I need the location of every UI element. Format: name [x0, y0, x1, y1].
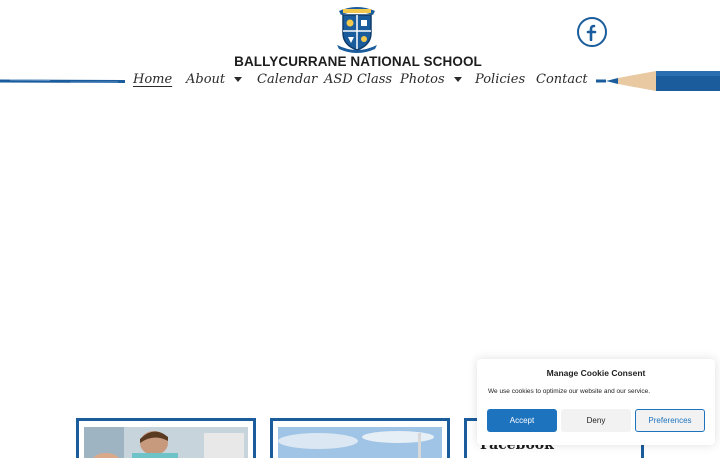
nav-item-calendar[interactable]: Calendar — [257, 72, 317, 87]
nav-item-about[interactable]: About — [186, 72, 243, 87]
chevron-down-icon[interactable] — [453, 77, 462, 82]
nav-label-policies: Policies — [475, 72, 526, 87]
accept-button[interactable]: Accept — [487, 409, 557, 432]
deny-button[interactable]: Deny — [561, 409, 631, 432]
chevron-down-icon[interactable] — [234, 77, 243, 82]
cookie-title: Manage Cookie Consent — [546, 368, 646, 378]
photo-card[interactable] — [270, 418, 450, 458]
nav-label-photos: Photos — [400, 72, 445, 87]
nav-item-policies[interactable]: Policies — [475, 72, 525, 87]
nav-item-contact[interactable]: Contact — [536, 72, 588, 87]
nav-label-calendar: Calendar — [257, 72, 318, 87]
nav-item-photos[interactable]: Photos — [400, 72, 462, 87]
preferences-button[interactable]: Preferences — [635, 409, 705, 432]
school-name-title: BALLYCURRANE NATIONAL SCHOOL — [234, 54, 482, 69]
nav-label-home: Home — [133, 72, 173, 87]
nav-item-asd-class[interactable]: ASD Class — [324, 72, 392, 87]
card-photo — [84, 427, 248, 458]
cookie-consent-banner: Manage Cookie Consent We use cookies to … — [477, 359, 715, 445]
nav-label-asd-class: ASD Class — [324, 72, 393, 87]
nav-label-about: About — [186, 72, 226, 87]
cookie-message: We use cookies to optimize our website a… — [488, 388, 651, 395]
school-crest-icon[interactable] — [333, 3, 381, 53]
facebook-icon[interactable] — [577, 17, 607, 47]
card-photo — [278, 427, 442, 458]
photo-card[interactable] — [76, 418, 256, 458]
nav-item-home[interactable]: Home — [133, 72, 172, 87]
nav-label-contact: Contact — [536, 72, 588, 87]
main-navigation: Home About Calendar ASD Class Photos Pol… — [0, 72, 720, 92]
